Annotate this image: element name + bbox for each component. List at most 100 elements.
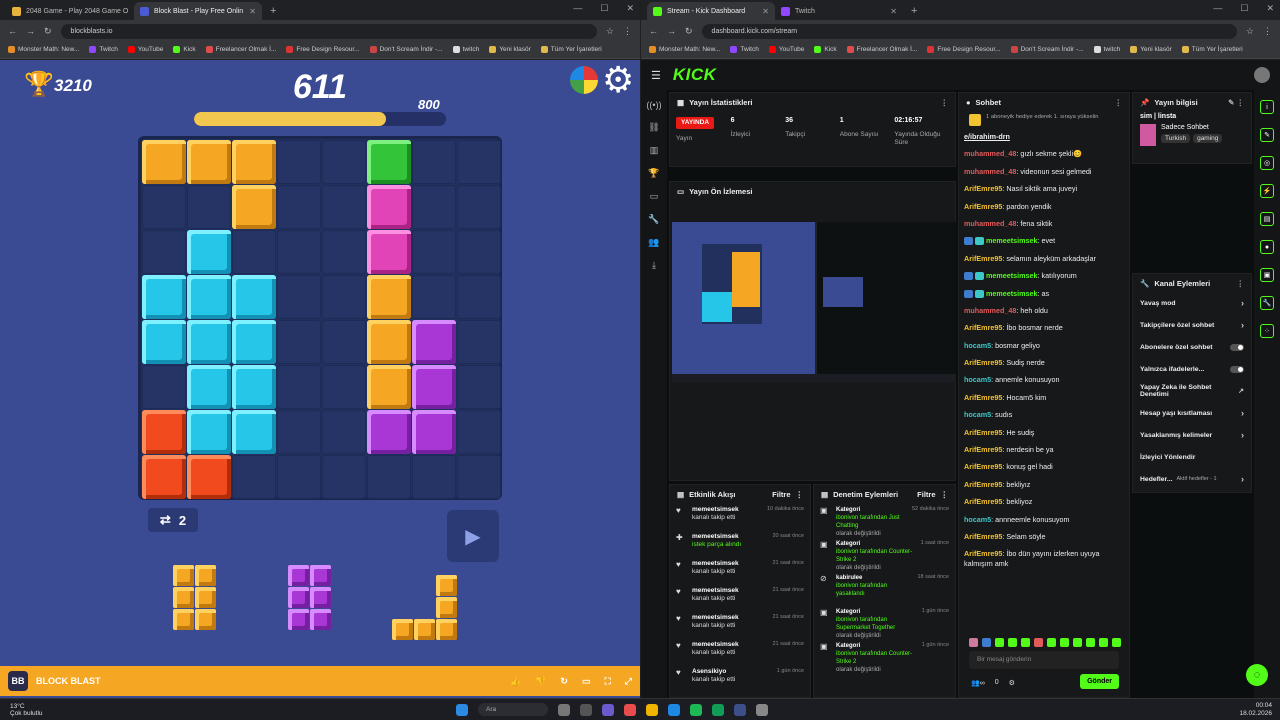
chat-username[interactable]: ArifEmre95 bbox=[964, 202, 1002, 211]
board-block[interactable] bbox=[367, 410, 411, 454]
channel-action-item[interactable]: Yasaklanmış kelimeler › bbox=[1133, 424, 1251, 446]
emote-icon[interactable] bbox=[1060, 638, 1069, 647]
maximize-icon[interactable]: ☐ bbox=[600, 3, 608, 14]
activity-item[interactable]: ♥ memeetsimsek kanalı takip etti 21 saat ön… bbox=[670, 557, 810, 584]
board-block[interactable] bbox=[367, 230, 411, 274]
channel-action-item[interactable]: İzleyici Yönlendir bbox=[1133, 446, 1251, 468]
board-cell-empty[interactable] bbox=[142, 185, 186, 229]
moderation-item[interactable]: ▣ Kategori ibonivon tarafından Counter-Str… bbox=[814, 537, 955, 571]
activity-item[interactable]: ✚ memeetsimsek istek parça alındı 20 saat ö… bbox=[670, 530, 810, 557]
bookmark-item[interactable]: Tüm Yer İşaretleri bbox=[1181, 46, 1243, 54]
emote-icon[interactable] bbox=[1073, 638, 1082, 647]
back-icon[interactable]: ← bbox=[8, 26, 17, 36]
moderation-filter-button[interactable]: Filtre bbox=[917, 490, 935, 499]
chat-username[interactable]: hocam5 bbox=[964, 410, 991, 419]
info-icon[interactable]: i bbox=[1260, 100, 1274, 114]
channel-action-item[interactable]: Abonelere özel sohbet bbox=[1133, 336, 1251, 358]
bookmark-item[interactable]: Freelancer Olmak İ... bbox=[846, 46, 917, 54]
board-block[interactable] bbox=[232, 275, 276, 319]
dots-tool-icon[interactable]: ⁘ bbox=[1260, 324, 1274, 338]
star-icon[interactable]: ☆ bbox=[1246, 26, 1254, 37]
close-icon[interactable]: ✕ bbox=[890, 7, 897, 16]
spotify-icon[interactable] bbox=[690, 703, 702, 716]
board-block[interactable] bbox=[187, 140, 231, 184]
activity-item[interactable]: ♥ memeetsimsek kanalı takip etti 21 saat ön… bbox=[670, 638, 810, 665]
right-tab-kick[interactable]: Stream - Kick Dashboard ✕ bbox=[647, 2, 775, 20]
moderation-item[interactable]: ▣ Kategori ibonivon tarafından Just Chatti… bbox=[814, 503, 955, 537]
board-cell-empty[interactable] bbox=[277, 320, 321, 364]
moderation-item[interactable]: ⊘ kabirulee ibonivon tarafından yasaklandı… bbox=[814, 571, 955, 605]
minimize-icon[interactable]: — bbox=[1213, 3, 1222, 14]
chrome-icon[interactable] bbox=[624, 703, 636, 716]
board-block[interactable] bbox=[142, 320, 186, 364]
board-cell-empty[interactable] bbox=[457, 140, 501, 184]
board-cell-empty[interactable] bbox=[277, 410, 321, 454]
gear-icon[interactable]: ⚙ bbox=[602, 62, 634, 98]
bookmark-item[interactable]: Tüm Yer İşaretleri bbox=[540, 46, 602, 54]
steam-icon[interactable] bbox=[734, 703, 746, 716]
emote-icon[interactable] bbox=[982, 638, 991, 647]
chat-input[interactable]: Bir mesaj gönderin bbox=[969, 651, 1119, 669]
bolt-icon[interactable]: ⚡ bbox=[1260, 184, 1274, 198]
explorer-icon[interactable] bbox=[646, 703, 658, 716]
board-cell-empty[interactable] bbox=[457, 185, 501, 229]
activity-item[interactable]: ♥ memeetsimsek kanalı takip etti 21 saat ön… bbox=[670, 584, 810, 611]
chat-username[interactable]: muhammed_48 bbox=[964, 219, 1016, 228]
reload-icon[interactable]: ↻ bbox=[44, 26, 52, 37]
board-cell-empty[interactable] bbox=[412, 230, 456, 274]
reload-icon[interactable]: ↻ bbox=[685, 26, 693, 37]
board-cell-empty[interactable] bbox=[412, 455, 456, 499]
board-block[interactable] bbox=[187, 320, 231, 364]
menu-icon[interactable]: ⋮ bbox=[623, 26, 632, 37]
emote-icon[interactable] bbox=[1008, 638, 1017, 647]
close-window-icon[interactable]: ✕ bbox=[1266, 3, 1274, 14]
url-field[interactable]: blockblasts.io bbox=[60, 23, 597, 39]
board-cell-empty[interactable] bbox=[142, 230, 186, 274]
tag-chip[interactable]: Turkish bbox=[1161, 134, 1191, 143]
maximize-icon[interactable]: ☐ bbox=[1240, 3, 1248, 14]
palette-icon[interactable] bbox=[570, 66, 598, 94]
chat-username[interactable]: muhammed_48 bbox=[964, 149, 1016, 158]
board-cell-empty[interactable] bbox=[322, 365, 366, 409]
forward-icon[interactable]: → bbox=[26, 26, 35, 36]
board-cell-empty[interactable] bbox=[412, 275, 456, 319]
channel-action-item[interactable]: Yapay Zeka ile Sohbet Denetimi ↗ bbox=[1133, 380, 1251, 402]
board-block[interactable] bbox=[187, 410, 231, 454]
chat-username[interactable]: ArifEmre95 bbox=[964, 254, 1002, 263]
board-cell-empty[interactable] bbox=[322, 455, 366, 499]
board-block[interactable] bbox=[367, 185, 411, 229]
board-cell-empty[interactable] bbox=[277, 365, 321, 409]
help-chat-icon[interactable]: ◌ bbox=[1246, 664, 1268, 686]
emote-icon[interactable] bbox=[1021, 638, 1030, 647]
wrench-icon[interactable]: 🔧 bbox=[648, 214, 659, 225]
bookmark-item[interactable]: Kick bbox=[814, 46, 837, 54]
dislike-icon[interactable]: 👎 bbox=[535, 676, 546, 687]
activity-item[interactable]: ♥ memeetsimsek kanalı takip etti 21 saat ön… bbox=[670, 611, 810, 638]
widgets-icon[interactable] bbox=[558, 703, 570, 716]
board-block[interactable] bbox=[142, 410, 186, 454]
video-ad-button[interactable]: ▶ bbox=[447, 510, 499, 562]
board-cell-empty[interactable] bbox=[277, 230, 321, 274]
board-cell-empty[interactable] bbox=[322, 185, 366, 229]
board-cell-empty[interactable] bbox=[322, 410, 366, 454]
bookmark-item[interactable]: YouTube bbox=[127, 46, 163, 54]
sheets-icon[interactable] bbox=[712, 703, 724, 716]
comment-icon[interactable]: ▭ bbox=[582, 676, 591, 687]
board-block[interactable] bbox=[367, 320, 411, 364]
chat-username[interactable]: ArifEmre95 bbox=[964, 358, 1002, 367]
board-cell-empty[interactable] bbox=[457, 320, 501, 364]
emote-icon[interactable] bbox=[995, 638, 1004, 647]
board-block[interactable] bbox=[367, 140, 411, 184]
board-cell-empty[interactable] bbox=[457, 365, 501, 409]
board-cell-empty[interactable] bbox=[412, 140, 456, 184]
board-block[interactable] bbox=[412, 320, 456, 364]
more-icon[interactable]: ⋮ bbox=[1115, 98, 1123, 107]
chat-username[interactable]: ArifEmre95 bbox=[964, 549, 1002, 558]
chat-username[interactable]: muhammed_48 bbox=[964, 167, 1016, 176]
left-tab-blockblast[interactable]: Block Blast - Play Free Onlin ✕ bbox=[134, 2, 262, 20]
task-view-icon[interactable] bbox=[580, 703, 592, 716]
board-block[interactable] bbox=[187, 455, 231, 499]
chat-bubble-icon[interactable]: ● bbox=[1260, 240, 1274, 254]
theater-icon[interactable]: ⛶ bbox=[604, 676, 610, 687]
fullscreen-icon[interactable]: ⤢ bbox=[625, 676, 632, 687]
